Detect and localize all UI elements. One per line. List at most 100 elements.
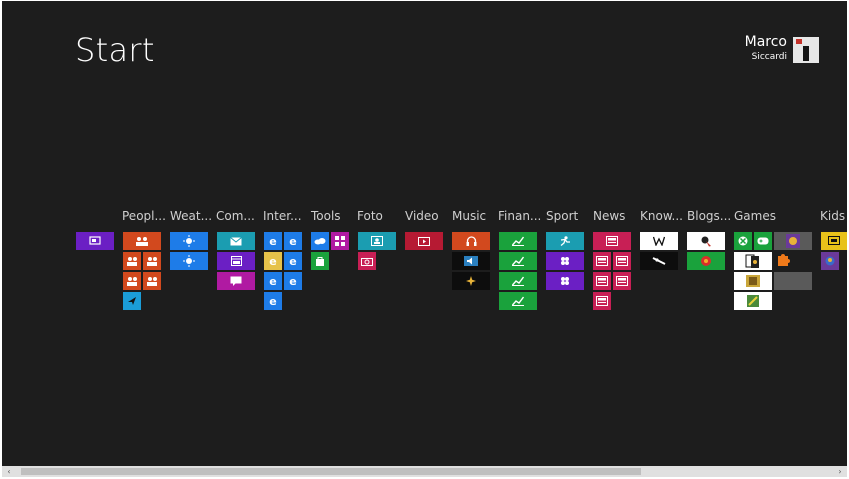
- sport-tile[interactable]: [546, 232, 584, 250]
- finance-tile[interactable]: [499, 292, 537, 310]
- game-small-tile[interactable]: [774, 252, 792, 270]
- group-label-tools[interactable]: Tools: [311, 209, 341, 223]
- group-label-communication[interactable]: Com...: [216, 209, 255, 223]
- internet-explorer-tile[interactable]: e: [264, 272, 282, 290]
- minesweeper-icon: [747, 295, 759, 307]
- mail-tile[interactable]: [217, 232, 255, 250]
- calendar-tile[interactable]: [217, 252, 255, 270]
- group-label-finance[interactable]: Finan...: [498, 209, 541, 223]
- internet-explorer-tile[interactable]: e: [284, 252, 302, 270]
- internet-explorer-tile[interactable]: e: [264, 232, 282, 250]
- blog-tile-2[interactable]: [687, 252, 725, 270]
- game-tile-gray[interactable]: [774, 272, 812, 290]
- group-label-news[interactable]: News: [593, 209, 625, 223]
- group-label-kids[interactable]: Kids: [820, 209, 845, 223]
- scroll-left-arrow[interactable]: ‹: [2, 466, 16, 477]
- page-title: Start: [75, 31, 155, 69]
- newspaper-icon: [606, 236, 618, 246]
- game-character-icon: [786, 234, 800, 248]
- controller-icon: [757, 237, 769, 245]
- chart-icon: [512, 276, 524, 286]
- internet-explorer-tile[interactable]: e: [284, 272, 302, 290]
- finance-tile[interactable]: [499, 252, 537, 270]
- ie-icon: e: [269, 236, 276, 246]
- blog-tile[interactable]: [687, 232, 725, 250]
- people-small-tile[interactable]: [123, 272, 141, 290]
- trophy-icon: [561, 257, 569, 265]
- game-tile-mahjong[interactable]: [734, 272, 772, 290]
- game-tile[interactable]: [774, 232, 812, 250]
- xbox-games-tile[interactable]: [734, 232, 752, 250]
- speaker-icon: [464, 256, 478, 266]
- ie-icon: e: [289, 256, 296, 266]
- knowledge-tile[interactable]: [640, 252, 678, 270]
- group-label-foto[interactable]: Foto: [357, 209, 383, 223]
- news-tile[interactable]: [593, 232, 631, 250]
- kids-small-tile[interactable]: [821, 252, 839, 270]
- scroll-thumb[interactable]: [21, 468, 641, 475]
- people-tile[interactable]: [123, 232, 161, 250]
- twitter-tile[interactable]: [123, 292, 141, 310]
- group-label-video[interactable]: Video: [405, 209, 439, 223]
- game-tile-minesweeper[interactable]: [734, 292, 772, 310]
- people-icon: [127, 277, 137, 286]
- finance-tile[interactable]: [499, 232, 537, 250]
- start-screen: Start Marco Siccardi Peopl... Weat... Co…: [2, 1, 847, 477]
- weather-tile-2[interactable]: [170, 252, 208, 270]
- people-small-tile[interactable]: [143, 272, 161, 290]
- internet-explorer-tile[interactable]: e: [284, 232, 302, 250]
- user-last-name[interactable]: Siccardi: [752, 52, 787, 62]
- newspaper-icon: [596, 296, 608, 306]
- photos-tile[interactable]: [358, 232, 396, 250]
- news-small-tile[interactable]: [613, 272, 631, 290]
- group-label-internet[interactable]: Inter...: [263, 209, 302, 223]
- kids-tile[interactable]: [821, 232, 847, 250]
- red-dot-icon: [701, 256, 711, 266]
- user-first-name[interactable]: Marco: [745, 34, 787, 50]
- horizontal-scrollbar[interactable]: ‹ ›: [2, 466, 847, 477]
- ie-icon: e: [289, 236, 296, 246]
- group-label-music[interactable]: Music: [452, 209, 486, 223]
- internet-explorer-tile[interactable]: e: [264, 292, 282, 310]
- skydrive-tile[interactable]: [311, 232, 329, 250]
- internet-explorer-tile[interactable]: e: [264, 252, 282, 270]
- game-controller-tile[interactable]: [754, 232, 772, 250]
- scroll-right-arrow[interactable]: ›: [833, 466, 847, 477]
- people-small-tile[interactable]: [123, 252, 141, 270]
- people-small-tile[interactable]: [143, 252, 161, 270]
- news-small-tile[interactable]: [593, 292, 611, 310]
- game-tile-solitaire[interactable]: [734, 252, 772, 270]
- tool-tile[interactable]: [331, 232, 349, 250]
- group-label-sport[interactable]: Sport: [546, 209, 578, 223]
- wikipedia-icon: [653, 236, 665, 246]
- photo-icon: [371, 236, 383, 246]
- sun-icon: [183, 235, 195, 247]
- group-label-blogs[interactable]: Blogs...: [687, 209, 731, 223]
- wikipedia-tile[interactable]: [640, 232, 678, 250]
- camera-tile[interactable]: [358, 252, 376, 270]
- group-label-knowledge[interactable]: Know...: [640, 209, 683, 223]
- music-app-tile[interactable]: [452, 252, 490, 270]
- news-small-tile[interactable]: [593, 272, 611, 290]
- people-icon: [147, 277, 157, 286]
- music-player-tile[interactable]: [452, 272, 490, 290]
- video-tile[interactable]: [405, 232, 443, 250]
- messaging-tile[interactable]: [217, 272, 255, 290]
- avatar[interactable]: [793, 37, 819, 63]
- sport-tile-2[interactable]: [546, 252, 584, 270]
- news-small-tile[interactable]: [613, 252, 631, 270]
- group-label-people[interactable]: Peopl...: [122, 209, 166, 223]
- music-tile[interactable]: [452, 232, 490, 250]
- headphones-icon: [466, 236, 476, 246]
- chart-icon: [512, 236, 524, 246]
- sport-tile-3[interactable]: [546, 272, 584, 290]
- send-icon: [128, 297, 136, 305]
- store-tile[interactable]: [311, 252, 329, 270]
- weather-tile[interactable]: [170, 232, 208, 250]
- finance-tile[interactable]: [499, 272, 537, 290]
- svg-text:e: e: [289, 256, 296, 266]
- desktop-tile[interactable]: [76, 232, 114, 250]
- group-label-games[interactable]: Games: [734, 209, 776, 223]
- news-small-tile[interactable]: [593, 252, 611, 270]
- group-label-weather[interactable]: Weat...: [170, 209, 212, 223]
